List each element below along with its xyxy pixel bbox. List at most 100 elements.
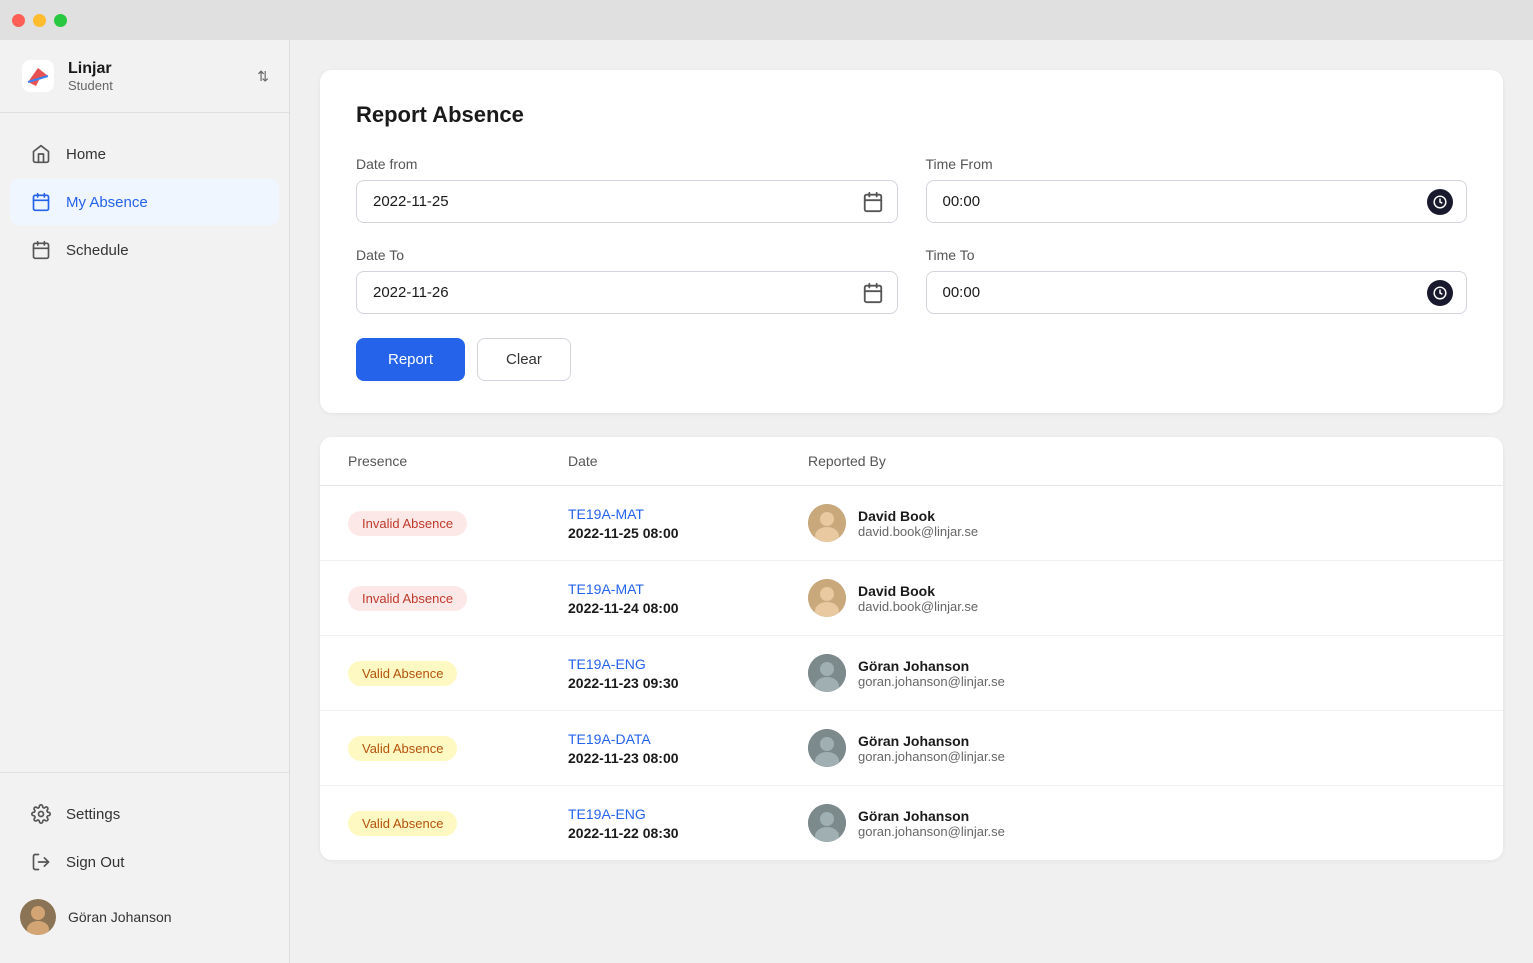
table-row: Valid Absence TE19A-DATA 2022-11-23 08:0…	[320, 711, 1503, 786]
time-from-group: Time From	[926, 156, 1468, 223]
reporter-name: David Book	[858, 508, 978, 524]
calendar-check-icon	[30, 191, 52, 213]
reporter-email: goran.johanson@linjar.se	[858, 824, 1005, 839]
avatar	[20, 899, 56, 935]
maximize-button[interactable]	[54, 14, 67, 27]
date-from-group: Date from	[356, 156, 898, 223]
report-button[interactable]: Report	[356, 338, 465, 381]
schedule-label: Schedule	[66, 242, 129, 259]
calendar-icon	[30, 239, 52, 261]
table-body: Invalid Absence TE19A-MAT 2022-11-25 08:…	[320, 486, 1503, 860]
home-icon	[30, 143, 52, 165]
table-header: Presence Date Reported By	[320, 437, 1503, 486]
sidebar-item-settings[interactable]: Settings	[10, 791, 279, 837]
form-actions: Report Clear	[356, 338, 1467, 381]
reporter-cell: Göran Johanson goran.johanson@linjar.se	[808, 654, 1475, 692]
reporter-cell: David Book david.book@linjar.se	[808, 579, 1475, 617]
date-to-input[interactable]	[356, 271, 898, 314]
table-row: Invalid Absence TE19A-MAT 2022-11-25 08:…	[320, 486, 1503, 561]
col-date: Date	[568, 453, 808, 469]
reporter-name: Göran Johanson	[858, 808, 1005, 824]
reporter-cell: Göran Johanson goran.johanson@linjar.se	[808, 804, 1475, 842]
reporter-email: goran.johanson@linjar.se	[858, 749, 1005, 764]
close-button[interactable]	[12, 14, 25, 27]
course-date: 2022-11-24 08:00	[568, 600, 808, 616]
presence-badge: Invalid Absence	[348, 586, 467, 611]
date-from-wrap	[356, 180, 898, 223]
my-absence-label: My Absence	[66, 194, 148, 211]
sidebar-item-home[interactable]: Home	[10, 131, 279, 177]
col-presence: Presence	[348, 453, 568, 469]
sidebar-item-my-absence[interactable]: My Absence	[10, 179, 279, 225]
course-date: 2022-11-25 08:00	[568, 525, 808, 541]
minimize-button[interactable]	[33, 14, 46, 27]
date-cell: TE19A-ENG 2022-11-23 09:30	[568, 656, 808, 691]
reporter-avatar	[808, 729, 846, 767]
reporter-email: david.book@linjar.se	[858, 524, 978, 539]
time-from-label: Time From	[926, 156, 1468, 172]
time-to-input[interactable]	[926, 271, 1468, 314]
date-to-group: Date To	[356, 247, 898, 314]
date-to-label: Date To	[356, 247, 898, 263]
course-date: 2022-11-22 08:30	[568, 825, 808, 841]
reporter-avatar	[808, 654, 846, 692]
table-row: Valid Absence TE19A-ENG 2022-11-22 08:30…	[320, 786, 1503, 860]
date-cell: TE19A-MAT 2022-11-24 08:00	[568, 581, 808, 616]
reporter-name: David Book	[858, 583, 978, 599]
main-content: Report Absence Date from	[290, 40, 1533, 963]
user-profile[interactable]: Göran Johanson	[0, 887, 289, 947]
reporter-email: david.book@linjar.se	[858, 599, 978, 614]
reporter-info: Göran Johanson goran.johanson@linjar.se	[858, 658, 1005, 689]
presence-badge: Valid Absence	[348, 811, 457, 836]
time-from-input[interactable]	[926, 180, 1468, 223]
expand-icon[interactable]: ⇅	[257, 68, 269, 85]
report-title: Report Absence	[356, 102, 1467, 128]
date-from-input[interactable]	[356, 180, 898, 223]
date-to-row: Date To Time	[356, 247, 1467, 314]
reporter-avatar	[808, 504, 846, 542]
sidebar-user-info: Linjar Student	[68, 60, 245, 93]
title-bar	[0, 0, 1533, 40]
sidebar: Linjar Student ⇅ Home	[0, 40, 290, 963]
course-code: TE19A-ENG	[568, 656, 808, 672]
sign-out-label: Sign Out	[66, 854, 124, 871]
user-role: Student	[68, 78, 245, 93]
course-code: TE19A-MAT	[568, 506, 808, 522]
table-row: Valid Absence TE19A-ENG 2022-11-23 09:30…	[320, 636, 1503, 711]
course-date: 2022-11-23 09:30	[568, 675, 808, 691]
sidebar-item-schedule[interactable]: Schedule	[10, 227, 279, 273]
course-date: 2022-11-23 08:00	[568, 750, 808, 766]
course-code: TE19A-ENG	[568, 806, 808, 822]
door-icon	[30, 851, 52, 873]
time-from-wrap	[926, 180, 1468, 223]
reporter-name: Göran Johanson	[858, 733, 1005, 749]
sidebar-item-sign-out[interactable]: Sign Out	[10, 839, 279, 885]
sidebar-header: Linjar Student ⇅	[0, 40, 289, 113]
sidebar-bottom: Settings Sign Out	[0, 772, 289, 963]
presence-badge: Invalid Absence	[348, 511, 467, 536]
presence-badge: Valid Absence	[348, 661, 457, 686]
reporter-cell: Göran Johanson goran.johanson@linjar.se	[808, 729, 1475, 767]
date-cell: TE19A-DATA 2022-11-23 08:00	[568, 731, 808, 766]
time-to-wrap	[926, 271, 1468, 314]
reporter-name: Göran Johanson	[858, 658, 1005, 674]
reporter-info: David Book david.book@linjar.se	[858, 508, 978, 539]
sidebar-nav: Home My Absence	[0, 113, 289, 772]
presence-cell: Valid Absence	[348, 811, 568, 836]
app-name: Linjar	[68, 60, 245, 78]
reporter-avatar	[808, 579, 846, 617]
course-code: TE19A-MAT	[568, 581, 808, 597]
reporter-info: Göran Johanson goran.johanson@linjar.se	[858, 808, 1005, 839]
reporter-info: David Book david.book@linjar.se	[858, 583, 978, 614]
time-to-group: Time To	[926, 247, 1468, 314]
gear-icon	[30, 803, 52, 825]
course-code: TE19A-DATA	[568, 731, 808, 747]
settings-label: Settings	[66, 806, 120, 823]
absence-table-card: Presence Date Reported By Invalid Absenc…	[320, 437, 1503, 860]
presence-cell: Invalid Absence	[348, 586, 568, 611]
clear-button[interactable]: Clear	[477, 338, 571, 381]
presence-cell: Invalid Absence	[348, 511, 568, 536]
date-row: Date from Tim	[356, 156, 1467, 223]
reporter-info: Göran Johanson goran.johanson@linjar.se	[858, 733, 1005, 764]
presence-cell: Valid Absence	[348, 736, 568, 761]
